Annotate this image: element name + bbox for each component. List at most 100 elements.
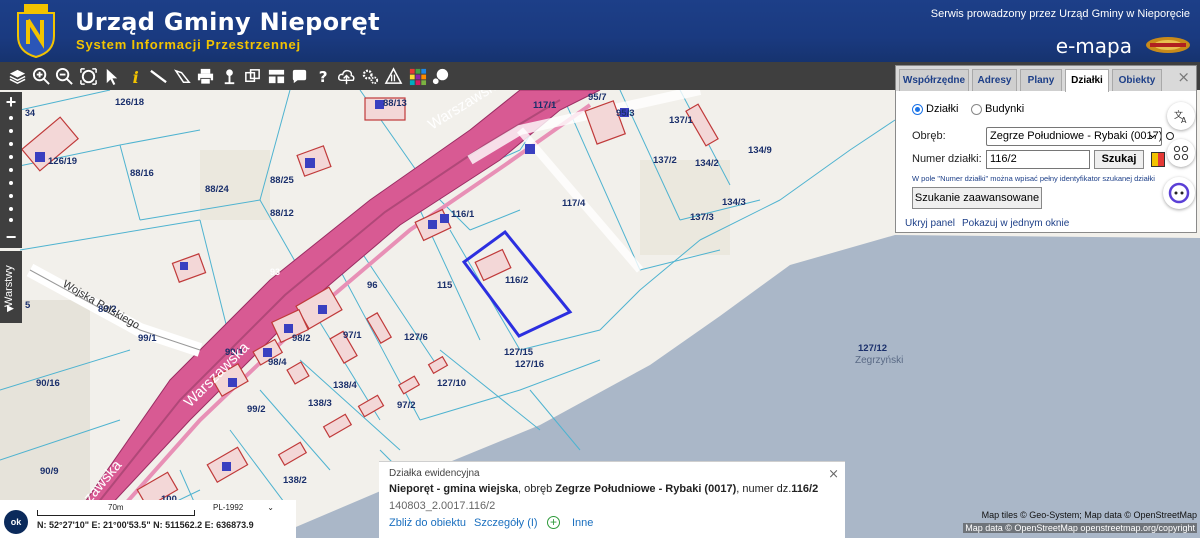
- close-icon[interactable]: ⨯: [1177, 68, 1190, 86]
- radio-budynki[interactable]: Budynki: [971, 103, 1024, 115]
- measure-distance-icon[interactable]: [147, 64, 170, 88]
- pin-icon[interactable]: [218, 64, 241, 88]
- ok-button[interactable]: ok: [4, 510, 28, 534]
- zoom-level-dot[interactable]: [9, 218, 13, 222]
- info-gmina: Nieporęt - gmina wiejska: [389, 483, 518, 495]
- svg-text:115: 115: [437, 280, 453, 291]
- svg-text:34: 34: [25, 108, 35, 118]
- svg-text:134/9: 134/9: [748, 145, 772, 156]
- zoom-slider[interactable]: + −: [0, 92, 22, 248]
- svg-text:127/16: 127/16: [515, 359, 544, 370]
- map-attribution[interactable]: Map tiles © Geo-System; Map data © OpenS…: [982, 510, 1197, 520]
- print-icon[interactable]: [194, 64, 217, 88]
- tab-adresy[interactable]: Adresy: [972, 69, 1017, 91]
- zoom-level-dot[interactable]: [9, 116, 13, 120]
- upload-icon[interactable]: [335, 64, 358, 88]
- coat-of-arms-logo[interactable]: [14, 4, 58, 58]
- svg-text:127/10: 127/10: [437, 378, 466, 389]
- emapa-brand[interactable]: e-mapa: [1056, 34, 1132, 58]
- zoom-out-button[interactable]: −: [0, 228, 22, 246]
- plus-circle-icon[interactable]: +: [547, 516, 560, 529]
- svg-text:117/1: 117/1: [533, 100, 557, 111]
- translate-icon[interactable]: 文A: [1167, 102, 1195, 130]
- svg-text:A: A: [1181, 116, 1187, 124]
- select-arrow-icon[interactable]: [100, 64, 123, 88]
- svg-text:138/4: 138/4: [333, 380, 357, 391]
- show-one-window-link[interactable]: Pokazuj w jednym oknie: [962, 218, 1069, 229]
- zoom-level-dot[interactable]: [9, 194, 13, 198]
- info-heading: Działka ewidencyjna: [389, 468, 480, 479]
- transform-icon[interactable]: [241, 64, 264, 88]
- crs-label: PL-1992: [213, 503, 244, 512]
- zoom-level-dot[interactable]: [9, 181, 13, 185]
- radio-dzialki[interactable]: Działki: [912, 103, 958, 115]
- svg-text:116/1: 116/1: [451, 209, 475, 220]
- tab-wspolrzedne[interactable]: Współrzędne: [899, 69, 969, 91]
- header: Urząd Gminy Nieporęt System Informacji P…: [0, 0, 1200, 62]
- zoom-extent-icon[interactable]: [77, 64, 100, 88]
- info-description: Nieporęt - gmina wiejska, obręb Zegrze P…: [389, 483, 818, 495]
- svg-text:99/2: 99/2: [247, 404, 266, 415]
- zoom-level-dot[interactable]: [9, 168, 13, 172]
- svg-text:95/7: 95/7: [588, 92, 607, 103]
- layout-icon[interactable]: [265, 64, 288, 88]
- coordinate-readout: N: 52°27'10" E: 21°00'53.5" N: 511562.2 …: [37, 520, 254, 530]
- help-icon[interactable]: ?: [312, 64, 335, 88]
- info-icon[interactable]: i: [124, 64, 147, 88]
- measure-area-icon[interactable]: [171, 64, 194, 88]
- layers-icon[interactable]: [6, 64, 29, 88]
- svg-text:137/1: 137/1: [669, 115, 693, 126]
- numer-dzialki-input[interactable]: 116/2: [986, 150, 1090, 169]
- search-button[interactable]: Szukaj: [1094, 150, 1144, 169]
- zoom-in-icon[interactable]: [30, 64, 53, 88]
- crs-select[interactable]: PL-1992 ⌄: [213, 503, 279, 512]
- zoom-out-icon[interactable]: [53, 64, 76, 88]
- scale-bar: [37, 510, 195, 516]
- zoom-level-dot[interactable]: [9, 207, 13, 211]
- obreb-select[interactable]: Zegrze Południowe - Rybaki (0017): [986, 127, 1162, 146]
- hide-panel-link[interactable]: Ukryj panel: [905, 218, 955, 229]
- warning-icon[interactable]: [382, 64, 405, 88]
- color-grid-icon[interactable]: [406, 64, 429, 88]
- svg-text:137/3: 137/3: [690, 212, 714, 223]
- map-attribution-secondary[interactable]: Map data © OpenStreetMap openstreetmap.o…: [963, 523, 1197, 533]
- settings-icon[interactable]: [359, 64, 382, 88]
- close-icon[interactable]: ⨯: [828, 466, 839, 482]
- svg-text:116/2: 116/2: [505, 275, 528, 286]
- zoom-to-object-link[interactable]: Zbliż do obiektu: [389, 517, 466, 529]
- svg-text:99/1: 99/1: [138, 333, 157, 344]
- tab-obiekty[interactable]: Obiekty: [1112, 69, 1162, 91]
- panel-tabs: Współrzędne Adresy Plany Działki Obiekty…: [896, 66, 1196, 92]
- assistant-icon[interactable]: [1163, 177, 1195, 209]
- zoom-in-button[interactable]: +: [0, 93, 22, 111]
- svg-text:90/9: 90/9: [40, 466, 59, 477]
- chat-icon[interactable]: [429, 64, 452, 88]
- info-numer: 116/2: [791, 483, 819, 495]
- info-numer-text: , numer dz.: [736, 483, 792, 495]
- svg-text:88/16: 88/16: [130, 168, 154, 179]
- svg-text:5: 5: [25, 300, 31, 311]
- zoom-level-dot[interactable]: [9, 142, 13, 146]
- play-arrow-icon: ▶: [7, 303, 14, 313]
- tab-plany[interactable]: Plany: [1020, 69, 1062, 91]
- svg-text:117/4: 117/4: [562, 198, 586, 209]
- layers-tab[interactable]: Warstwy ▶: [0, 251, 22, 323]
- zoom-level-dot[interactable]: [9, 155, 13, 159]
- info-obreb: Zegrze Południowe - Rybaki (0017): [555, 483, 737, 495]
- comment-icon[interactable]: [288, 64, 311, 88]
- apps-icon[interactable]: [1167, 139, 1195, 167]
- zoom-level-dot[interactable]: [9, 129, 13, 133]
- tab-dzialki[interactable]: Działki: [1065, 69, 1109, 92]
- marker-color-icon[interactable]: [1151, 152, 1165, 167]
- details-link[interactable]: Szczegóły (I): [474, 517, 538, 529]
- radio-dzialki-indicator[interactable]: [912, 103, 923, 115]
- geosystem-logo[interactable]: [1144, 36, 1192, 54]
- search-panel: Współrzędne Adresy Plany Działki Obiekty…: [895, 65, 1197, 233]
- more-link[interactable]: Inne: [572, 517, 593, 529]
- svg-text:126/18: 126/18: [115, 97, 144, 108]
- page-title: Urząd Gminy Nieporęt: [75, 8, 380, 36]
- coordinates-bar: ok 70m PL-1992 ⌄ N: 52°27'10" E: 21°00'53…: [0, 500, 296, 538]
- ring-icon[interactable]: [1166, 132, 1174, 140]
- radio-budynki-indicator[interactable]: [971, 103, 982, 115]
- advanced-search-button[interactable]: Szukanie zaawansowane: [912, 187, 1042, 209]
